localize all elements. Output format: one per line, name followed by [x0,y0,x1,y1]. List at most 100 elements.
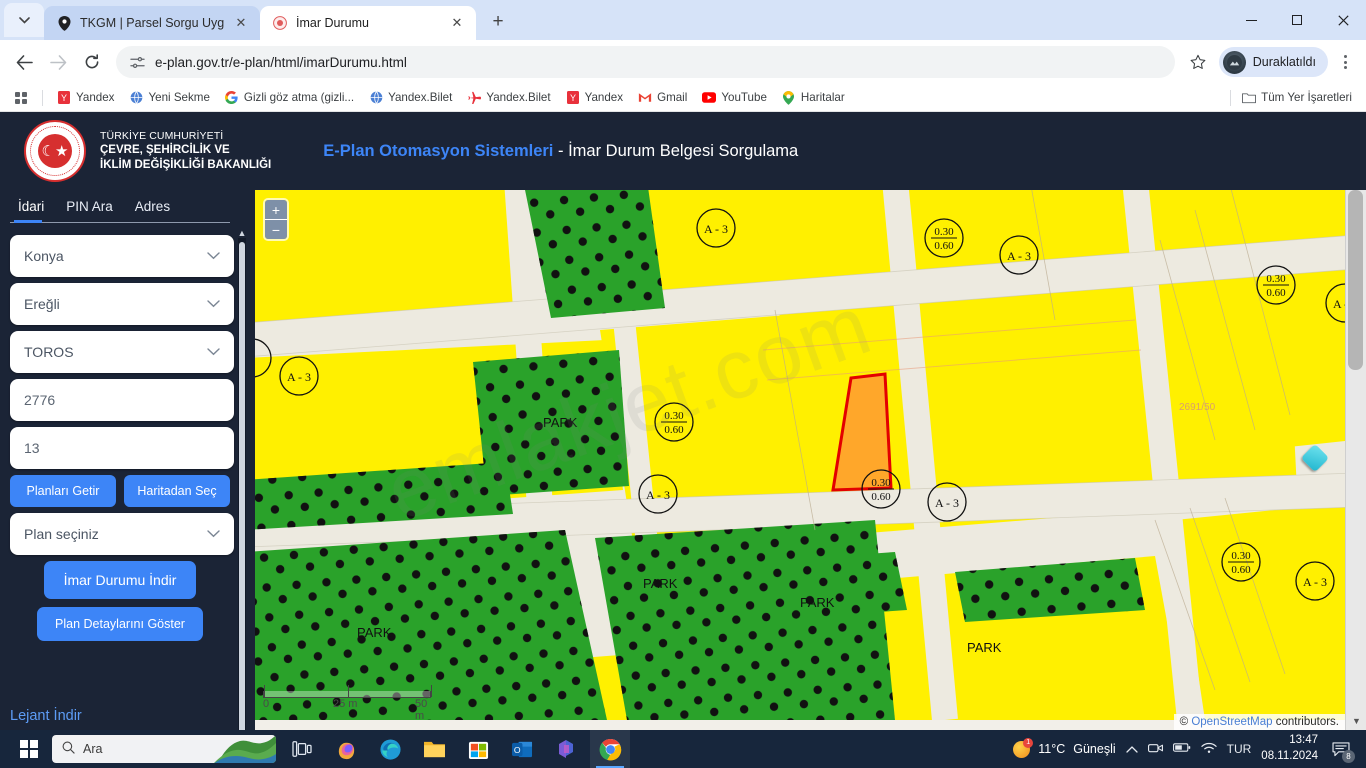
imar-map[interactable]: A - 3 0.30 0.60 A - 3 0.30 0.60 A - 3 A - … [255,190,1345,730]
chevron-up-icon[interactable] [1125,742,1138,756]
bookmark-yandex-bilet-2[interactable]: Yandex.Bilet [461,88,556,108]
sidebar-tab-idari[interactable]: İdari [8,199,56,223]
sidebar-tab-pin-ara[interactable]: PIN Ara [56,199,125,220]
bookmark-star-icon[interactable] [1183,47,1213,77]
back-button[interactable] [8,46,40,78]
minimize-button[interactable] [1228,0,1274,40]
battery-icon[interactable] [1172,742,1191,756]
eplan-page: ☾★ TÜRKİYE CUMHURİYETİ ÇEVRE, ŞEHİRCİLİK… [0,112,1366,768]
page-scroll-down-icon[interactable]: ▼ [1346,712,1366,730]
all-bookmarks-button[interactable]: Tüm Yer İşaretleri [1236,88,1358,108]
wifi-icon[interactable] [1200,742,1217,757]
weather-widget[interactable]: 1 11°C Güneşli [1013,737,1116,758]
bookmark-youtube[interactable]: YouTube [696,88,773,108]
bookmark-yeni-sekme[interactable]: Yeni Sekme [123,88,215,108]
copilot-icon[interactable] [326,730,366,768]
sidebar-tabs: İdari PIN Ara Adres [0,190,240,223]
attribution-suffix: contributors. [1275,716,1339,728]
logo-line-3: İKLİM DEĞİŞİKLİĞİ BAKANLIĞI [100,158,272,171]
svg-text:0.60: 0.60 [934,240,954,252]
ilce-select-value: Ereğli [24,296,60,312]
parsel-input-value: 13 [24,440,40,456]
browser-tab-1[interactable]: TKGM | Parsel Sorgu Uygulamas ✕ [44,6,260,40]
taskbar-app-icons: O [282,730,630,768]
bookmark-label: Yandex.Bilet [486,91,551,104]
url-text: e-plan.gov.tr/e-plan/html/imarDurumu.htm… [155,54,407,70]
file-explorer-icon[interactable] [414,730,454,768]
clock-widget[interactable]: 13:47 08.11.2024 [1261,733,1318,764]
parsel-input[interactable]: 13 [10,427,234,469]
bookmark-label: Yeni Sekme [148,91,210,104]
browser-tab-2[interactable]: İmar Durumu ✕ [260,6,476,40]
start-button[interactable] [6,730,52,768]
chrome-icon[interactable] [590,730,630,768]
bookmark-yandex-2[interactable]: Y Yandex [560,88,629,108]
ilce-select[interactable]: Ereğli [10,283,234,325]
legend-download-link[interactable]: Lejant İndir [10,708,82,724]
browser-toolbar: e-plan.gov.tr/e-plan/html/imarDurumu.htm… [0,40,1366,84]
sun-icon: 1 [1013,737,1034,758]
page-scrollbar[interactable]: ▲ ▼ [1345,190,1366,730]
notifications-button[interactable]: 8 [1328,736,1355,763]
zoom-out-button[interactable]: − [265,220,287,239]
sidebar-scroll-thumb[interactable] [239,242,245,768]
apps-shortcut-button[interactable] [8,88,34,108]
reload-button[interactable] [76,46,108,78]
ada-input[interactable]: 2776 [10,379,234,421]
chrome-menu-icon[interactable] [1332,47,1358,77]
close-icon[interactable]: ✕ [448,14,466,32]
svg-text:Y: Y [61,93,67,103]
sidebar-tab-adres[interactable]: Adres [125,199,182,220]
download-imar-durumu-button[interactable]: İmar Durumu İndir [43,561,197,599]
get-plans-button[interactable]: Planları Getir [10,475,116,507]
il-select[interactable]: Konya [10,235,234,277]
new-tab-button[interactable]: + [484,8,512,36]
ada-input-value: 2776 [24,392,56,408]
camera-icon[interactable] [1147,742,1163,757]
close-window-button[interactable] [1320,0,1366,40]
ministry-logo: ☾★ TÜRKİYE CUMHURİYETİ ÇEVRE, ŞEHİRCİLİK… [24,120,271,182]
forward-button[interactable] [42,46,74,78]
maximize-button[interactable] [1274,0,1320,40]
language-indicator[interactable]: TUR [1227,742,1252,756]
bookmark-gmail[interactable]: Gmail [632,88,693,108]
plan-select-value: Plan seçiniz [24,526,99,542]
app-brand-name: E-Plan Otomasyon Sistemleri [323,141,554,160]
svg-text:A - 3: A - 3 [935,496,959,510]
taskbar-search[interactable]: Ara [52,735,276,763]
mahalle-select[interactable]: TOROS [10,331,234,373]
address-bar[interactable]: e-plan.gov.tr/e-plan/html/imarDurumu.htm… [116,46,1175,78]
task-view-icon[interactable] [282,730,322,768]
bookmark-yandex-bilet-1[interactable]: Yandex.Bilet [363,88,458,108]
outlook-icon[interactable]: O [502,730,542,768]
profile-button[interactable]: Duraklatıldı [1218,47,1328,77]
bookmark-gizli-goz-atma[interactable]: Gizli göz atma (gizli... [219,88,360,108]
bookmark-haritalar[interactable]: Haritalar [776,88,851,108]
plan-select[interactable]: Plan seçiniz [10,513,234,555]
show-plan-details-button[interactable]: Plan Detaylarını Göster [37,607,203,641]
select-from-map-button[interactable]: Haritadan Seç [124,475,230,507]
close-icon[interactable]: ✕ [232,14,250,32]
tab-title: İmar Durumu [296,16,369,30]
svg-text:0.60: 0.60 [1231,564,1251,576]
bookmark-yandex-1[interactable]: Y Yandex [51,88,120,108]
microsoft-store-icon[interactable] [458,730,498,768]
map-canvas[interactable]: A - 3 0.30 0.60 A - 3 0.30 0.60 A - 3 A - … [255,190,1345,720]
teams-icon[interactable] [546,730,586,768]
zoom-in-button[interactable]: + [265,200,287,219]
tab-search-chevron-icon[interactable] [4,3,44,37]
svg-text:0.60: 0.60 [664,424,684,436]
tune-icon[interactable] [130,55,145,70]
weather-condition: Güneşli [1073,742,1116,756]
sidebar-scroll-up-icon[interactable]: ▲ [237,228,247,238]
svg-text:A - 3: A - 3 [1007,249,1031,263]
sidebar-scrollbar[interactable] [238,238,246,768]
edge-icon[interactable] [370,730,410,768]
openstreetmap-link[interactable]: OpenStreetMap [1191,716,1272,728]
bookmark-label: YouTube [721,91,767,104]
page-scroll-thumb[interactable] [1348,190,1363,370]
notification-count: 8 [1342,750,1355,763]
page-body: İdari PIN Ara Adres Konya Ereğli TOROS 2… [0,190,1366,768]
google-icon [225,91,239,105]
chrome-browser-window: TKGM | Parsel Sorgu Uygulamas ✕ İmar Dur… [0,0,1366,768]
